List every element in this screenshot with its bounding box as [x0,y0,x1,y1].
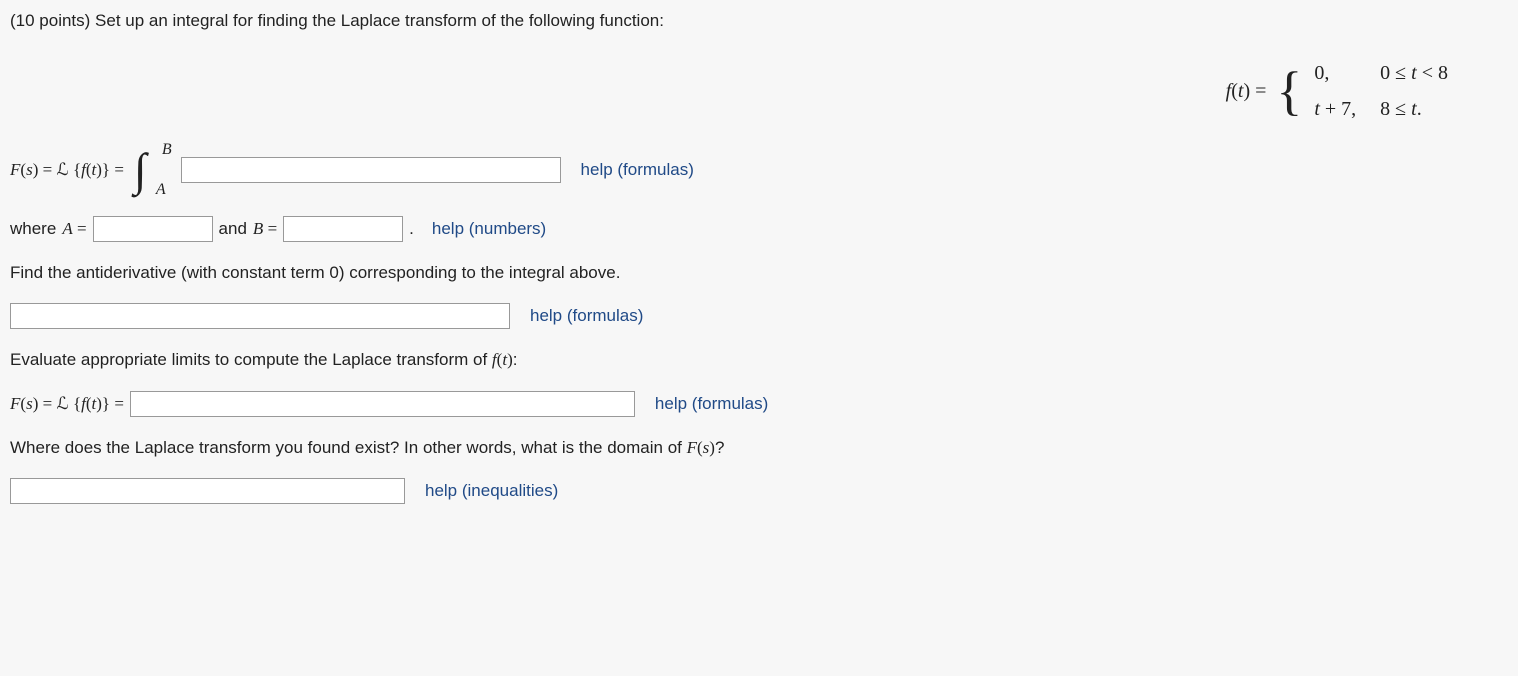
help-inequalities-link[interactable]: help (inequalities) [425,478,558,504]
piecewise-lhs: f(t) = [1226,76,1267,106]
b-equals-label: B = [253,216,277,242]
domain-input[interactable] [10,478,405,504]
problem-prompt: (10 points) Set up an integral for findi… [10,8,1508,34]
antiderivative-row: help (formulas) [10,303,1508,329]
integral-upper-bound: B [162,138,172,162]
help-formulas-link[interactable]: help (formulas) [655,391,768,417]
piecewise-cond: 8 ≤ t. [1376,92,1466,126]
ft-math: f(t) [492,350,513,369]
upper-bound-input[interactable] [283,216,403,242]
bounds-row: where A = and B = . help (numbers) [10,216,1508,242]
evaluate-limits-prompt: Evaluate appropriate limits to compute t… [10,347,1508,373]
period-label: . [409,216,414,242]
laplace-result-input[interactable] [130,391,635,417]
domain-text-a: Where does the Laplace transform you fou… [10,438,687,457]
integral-symbol: ∫ B A [134,142,147,198]
antiderivative-text: Find the antiderivative (with constant t… [10,263,620,282]
evaluate-text-b: : [513,350,518,369]
piecewise-row: t + 7, 8 ≤ t. [1310,92,1466,126]
antiderivative-input[interactable] [10,303,510,329]
laplace-result-row: F(s) = ℒ {f(t)} = help (formulas) [10,391,1508,417]
piecewise-cond: 0 ≤ t < 8 [1376,56,1466,90]
integral-lower-bound: A [156,178,166,202]
fs-math: F(s) [687,438,715,457]
laplace-lhs: F(s) = ℒ {f(t)} = [10,157,124,183]
piecewise-value: 0, [1310,56,1374,90]
a-equals-label: A = [62,216,86,242]
piecewise-row: 0, 0 ≤ t < 8 [1310,56,1466,90]
piecewise-cases: 0, 0 ≤ t < 8 t + 7, 8 ≤ t. [1308,54,1468,128]
help-numbers-link[interactable]: help (numbers) [432,216,546,242]
prompt-text: Set up an integral for finding the Lapla… [95,11,664,30]
domain-row: help (inequalities) [10,478,1508,504]
piecewise-brace: { [1276,67,1302,116]
integrand-input[interactable] [181,157,561,183]
domain-prompt: Where does the Laplace transform you fou… [10,435,1508,461]
antiderivative-prompt: Find the antiderivative (with constant t… [10,260,1508,286]
piecewise-value: t + 7, [1310,92,1374,126]
evaluate-text-a: Evaluate appropriate limits to compute t… [10,350,492,369]
help-formulas-link[interactable]: help (formulas) [530,303,643,329]
integral-setup-row: F(s) = ℒ {f(t)} = ∫ B A help (formulas) [10,142,1508,198]
laplace-result-lhs: F(s) = ℒ {f(t)} = [10,391,124,417]
piecewise-definition: f(t) = { 0, 0 ≤ t < 8 t + 7, 8 ≤ t. [1226,54,1468,128]
lower-bound-input[interactable] [93,216,213,242]
help-formulas-link[interactable]: help (formulas) [581,157,694,183]
and-label: and [219,216,247,242]
points-prefix: (10 points) [10,11,95,30]
domain-text-b: ? [715,438,724,457]
where-label: where [10,216,56,242]
